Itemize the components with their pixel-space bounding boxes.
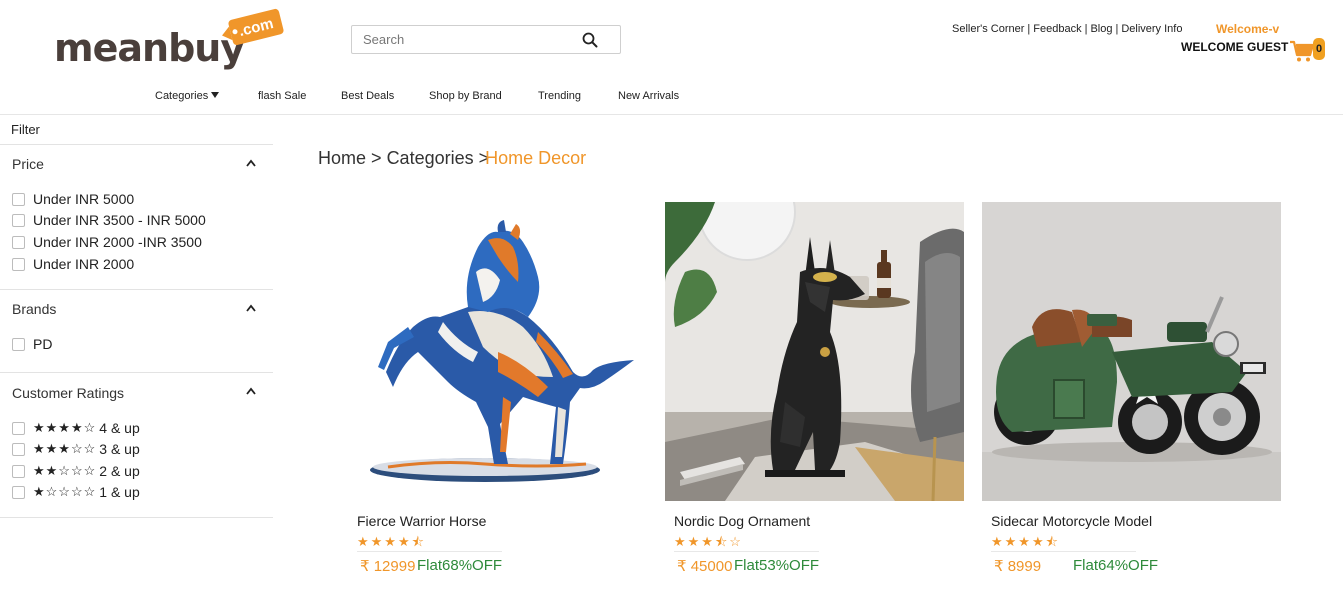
product-name[interactable]: Sidecar Motorcycle Model [991, 513, 1152, 529]
nav-flash-sale[interactable]: flash Sale [258, 90, 306, 102]
breadcrumb: Home > Categories >Home Decor [318, 148, 586, 169]
rating-option[interactable]: ★☆☆☆☆ 1 & up [12, 484, 140, 500]
price-option[interactable]: Under INR 5000 [12, 191, 134, 207]
nav-trending[interactable]: Trending [538, 90, 581, 102]
rating-option[interactable]: ★★★☆☆ 3 & up [12, 441, 140, 457]
product-offer: Flat68%OFF [417, 557, 503, 574]
star-icons: ★★★☆☆ [33, 441, 97, 456]
account-menu[interactable]: Welcome-v [1216, 22, 1279, 36]
price-option-label: Under INR 3500 - INR 5000 [33, 212, 206, 228]
search-box [351, 25, 621, 54]
product-name[interactable]: Nordic Dog Ornament [674, 513, 810, 529]
delivery-info-link[interactable]: Delivery Info [1121, 23, 1182, 35]
cart-count-badge: 0 [1313, 38, 1325, 60]
caret-down-icon [211, 92, 220, 98]
divider [674, 551, 819, 552]
divider [0, 144, 273, 145]
chevron-up-icon[interactable] [246, 159, 256, 167]
sellers-corner-link[interactable]: Seller's Corner [952, 23, 1024, 35]
rating-option[interactable]: ★★★★☆ 4 & up [12, 420, 140, 436]
breadcrumb-current: Home Decor [485, 148, 587, 168]
nav-new-arrivals[interactable]: New Arrivals [618, 90, 679, 102]
nav-categories[interactable]: Categories [155, 90, 220, 102]
divider [0, 517, 273, 518]
divider [991, 551, 1136, 552]
search-input[interactable] [352, 26, 572, 53]
price-option[interactable]: Under INR 2000 [12, 256, 134, 272]
divider [0, 289, 273, 290]
logo-text: meanbuy [54, 26, 245, 70]
nav-categories-label: Categories [155, 90, 209, 102]
star-icons: ★★★★☆ [33, 420, 97, 435]
product-image-dog[interactable] [665, 202, 964, 501]
divider [0, 372, 273, 373]
rating-option[interactable]: ★★☆☆☆ 2 & up [12, 463, 140, 479]
link-separator: | [1084, 23, 1088, 35]
star-icons: ★★☆☆☆ [33, 463, 97, 478]
checkbox[interactable] [12, 421, 25, 435]
product-image-motorcycle[interactable] [982, 202, 1281, 501]
checkbox[interactable] [12, 485, 25, 499]
filter-title: Filter [11, 122, 40, 137]
chevron-up-icon[interactable] [246, 304, 256, 312]
nav-best-deals[interactable]: Best Deals [341, 90, 394, 102]
link-separator: | [1027, 23, 1031, 35]
checkbox[interactable] [12, 464, 25, 478]
logo-tag: .com [227, 8, 285, 46]
rating-option-label: 3 & up [99, 441, 140, 457]
breadcrumb-separator: > [371, 148, 382, 168]
checkbox[interactable] [12, 192, 25, 206]
brand-option[interactable]: PD [12, 336, 52, 352]
nav-shop-by-brand[interactable]: Shop by Brand [429, 90, 502, 102]
product-image-horse[interactable] [348, 202, 647, 501]
price-option-label: Under INR 2000 -INR 3500 [33, 234, 202, 250]
feedback-link[interactable]: Feedback [1033, 23, 1081, 35]
breadcrumb-categories[interactable]: Categories [387, 148, 474, 168]
product-price: ₹ 45000 [677, 558, 733, 575]
checkbox[interactable] [12, 213, 25, 227]
product-name[interactable]: Fierce Warrior Horse [357, 513, 486, 529]
header-divider [0, 114, 1343, 115]
blog-link[interactable]: Blog [1090, 23, 1112, 35]
rating-option-label: 4 & up [99, 420, 140, 436]
price-option[interactable]: Under INR 3500 - INR 5000 [12, 212, 206, 228]
top-links: Seller's Corner | Feedback | Blog | Delivery I… [952, 23, 1182, 35]
ratings-section-title: Customer Ratings [12, 385, 125, 401]
brand-option-label: PD [33, 336, 53, 352]
cart-icon[interactable] [1289, 39, 1315, 63]
rating-option-label: 1 & up [99, 484, 140, 500]
checkbox[interactable] [12, 235, 25, 249]
product-offer: Flat53%OFF [734, 557, 820, 574]
product-price: ₹ 12999 [360, 558, 416, 575]
price-option[interactable]: Under INR 2000 -INR 3500 [12, 234, 202, 250]
price-option-label: Under INR 5000 [33, 191, 135, 207]
brands-section-title: Brands [12, 301, 57, 317]
site-logo[interactable]: meanbuy .com [54, 8, 286, 70]
checkbox[interactable] [12, 337, 25, 351]
price-option-label: Under INR 2000 [33, 256, 135, 272]
chevron-up-icon[interactable] [246, 387, 256, 395]
rating-option-label: 2 & up [99, 463, 140, 479]
breadcrumb-home[interactable]: Home [318, 148, 366, 168]
checkbox[interactable] [12, 442, 25, 456]
welcome-guest-text: WELCOME GUEST [1181, 40, 1289, 54]
price-section-title: Price [12, 156, 44, 172]
logo-tag-text: .com [236, 14, 276, 40]
star-icons: ★☆☆☆☆ [33, 484, 97, 499]
divider [357, 551, 502, 552]
search-icon[interactable] [582, 32, 598, 48]
product-offer: Flat64%OFF [1073, 557, 1159, 574]
checkbox[interactable] [12, 257, 25, 271]
link-separator: | [1115, 23, 1119, 35]
product-price: ₹ 8999 [994, 558, 1042, 575]
